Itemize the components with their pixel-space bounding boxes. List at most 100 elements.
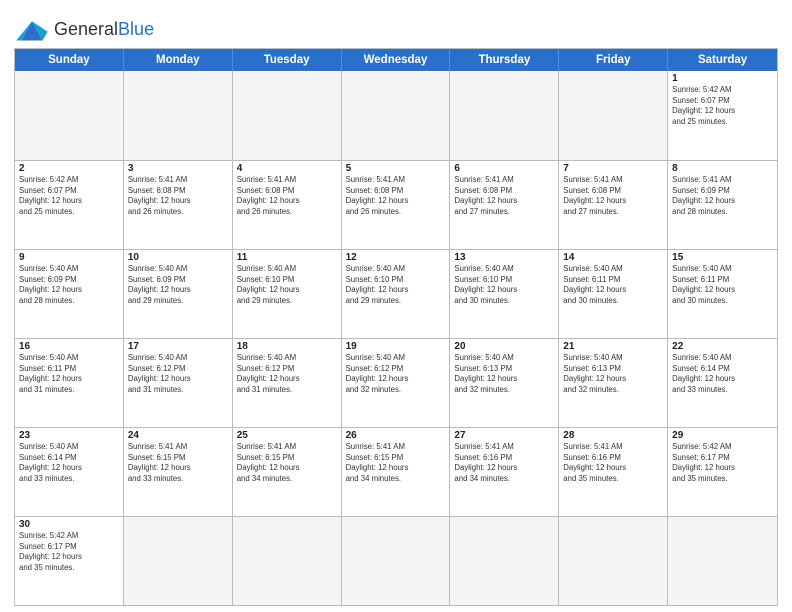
calendar: SundayMondayTuesdayWednesdayThursdayFrid… bbox=[14, 48, 778, 606]
day-info: Sunrise: 5:40 AMSunset: 6:12 PMDaylight:… bbox=[128, 353, 228, 395]
cal-cell-30: 30Sunrise: 5:42 AMSunset: 6:17 PMDayligh… bbox=[15, 517, 124, 605]
day-number: 23 bbox=[19, 430, 119, 441]
logo-icon bbox=[14, 16, 50, 44]
day-number: 13 bbox=[454, 252, 554, 263]
day-info: Sunrise: 5:41 AMSunset: 6:08 PMDaylight:… bbox=[346, 175, 446, 217]
cal-cell-6: 6Sunrise: 5:41 AMSunset: 6:08 PMDaylight… bbox=[450, 161, 559, 249]
cal-cell-18: 18Sunrise: 5:40 AMSunset: 6:12 PMDayligh… bbox=[233, 339, 342, 427]
header-cell-thursday: Thursday bbox=[450, 49, 559, 71]
day-info: Sunrise: 5:42 AMSunset: 6:07 PMDaylight:… bbox=[19, 175, 119, 217]
day-info: Sunrise: 5:40 AMSunset: 6:14 PMDaylight:… bbox=[672, 353, 773, 395]
day-info: Sunrise: 5:40 AMSunset: 6:12 PMDaylight:… bbox=[237, 353, 337, 395]
day-number: 18 bbox=[237, 341, 337, 352]
cal-cell-10: 10Sunrise: 5:40 AMSunset: 6:09 PMDayligh… bbox=[124, 250, 233, 338]
day-info: Sunrise: 5:40 AMSunset: 6:13 PMDaylight:… bbox=[563, 353, 663, 395]
day-number: 17 bbox=[128, 341, 228, 352]
cal-cell-9: 9Sunrise: 5:40 AMSunset: 6:09 PMDaylight… bbox=[15, 250, 124, 338]
cal-cell-empty-0-2 bbox=[233, 71, 342, 160]
day-info: Sunrise: 5:40 AMSunset: 6:09 PMDaylight:… bbox=[128, 264, 228, 306]
week-row-1: 2Sunrise: 5:42 AMSunset: 6:07 PMDaylight… bbox=[15, 160, 777, 249]
day-number: 12 bbox=[346, 252, 446, 263]
day-number: 9 bbox=[19, 252, 119, 263]
day-info: Sunrise: 5:41 AMSunset: 6:15 PMDaylight:… bbox=[346, 442, 446, 484]
day-number: 2 bbox=[19, 163, 119, 174]
day-number: 19 bbox=[346, 341, 446, 352]
day-info: Sunrise: 5:41 AMSunset: 6:09 PMDaylight:… bbox=[672, 175, 773, 217]
cal-cell-23: 23Sunrise: 5:40 AMSunset: 6:14 PMDayligh… bbox=[15, 428, 124, 516]
cal-cell-empty-0-3 bbox=[342, 71, 451, 160]
header-cell-saturday: Saturday bbox=[668, 49, 777, 71]
day-number: 29 bbox=[672, 430, 773, 441]
header: GeneralBlue bbox=[14, 10, 778, 44]
week-row-4: 23Sunrise: 5:40 AMSunset: 6:14 PMDayligh… bbox=[15, 427, 777, 516]
day-number: 26 bbox=[346, 430, 446, 441]
day-number: 15 bbox=[672, 252, 773, 263]
week-row-2: 9 Sunrise: 5:40 AMSunset: 6:09 PMDaylight… bbox=[15, 249, 777, 338]
cal-cell-empty-5-3 bbox=[342, 517, 451, 605]
cal-cell-empty-5-1 bbox=[124, 517, 233, 605]
day-number: 4 bbox=[237, 163, 337, 174]
day-info: Sunrise: 5:41 AMSunset: 6:08 PMDaylight:… bbox=[237, 175, 337, 217]
day-number: 6 bbox=[454, 163, 554, 174]
day-info: Sunrise: 5:40 AMSunset: 6:11 PMDaylight:… bbox=[672, 264, 773, 306]
day-info: Sunrise: 5:42 AMSunset: 6:17 PMDaylight:… bbox=[672, 442, 773, 484]
cal-cell-21: 21Sunrise: 5:40 AMSunset: 6:13 PMDayligh… bbox=[559, 339, 668, 427]
cal-cell-13: 13Sunrise: 5:40 AMSunset: 6:10 PMDayligh… bbox=[450, 250, 559, 338]
header-cell-tuesday: Tuesday bbox=[233, 49, 342, 71]
week-row-5: 30Sunrise: 5:42 AMSunset: 6:17 PMDayligh… bbox=[15, 516, 777, 605]
cal-cell-29: 29Sunrise: 5:42 AMSunset: 6:17 PMDayligh… bbox=[668, 428, 777, 516]
cal-cell-empty-5-6 bbox=[668, 517, 777, 605]
cal-cell-15: 15Sunrise: 5:40 AMSunset: 6:11 PMDayligh… bbox=[668, 250, 777, 338]
day-number: 16 bbox=[19, 341, 119, 352]
day-info: Sunrise: 5:40 AMSunset: 6:11 PMDaylight:… bbox=[563, 264, 663, 306]
day-info: Sunrise: 5:41 AMSunset: 6:15 PMDaylight:… bbox=[237, 442, 337, 484]
day-info: Sunrise: 5:41 AMSunset: 6:16 PMDaylight:… bbox=[563, 442, 663, 484]
day-info: Sunrise: 5:41 AMSunset: 6:08 PMDaylight:… bbox=[454, 175, 554, 217]
cal-cell-26: 26Sunrise: 5:41 AMSunset: 6:15 PMDayligh… bbox=[342, 428, 451, 516]
day-info: Sunrise: 5:40 AMSunset: 6:11 PMDaylight:… bbox=[19, 353, 119, 395]
day-number: 30 bbox=[19, 519, 119, 530]
day-info: Sunrise: 5:40 AMSunset: 6:10 PMDaylight:… bbox=[346, 264, 446, 306]
header-cell-wednesday: Wednesday bbox=[342, 49, 451, 71]
header-cell-monday: Monday bbox=[124, 49, 233, 71]
week-row-0: 1Sunrise: 5:42 AMSunset: 6:07 PMDaylight… bbox=[15, 71, 777, 160]
day-number: 25 bbox=[237, 430, 337, 441]
logo: GeneralBlue bbox=[14, 16, 154, 44]
day-info: Sunrise: 5:41 AMSunset: 6:08 PMDaylight:… bbox=[563, 175, 663, 217]
cal-cell-24: 24Sunrise: 5:41 AMSunset: 6:15 PMDayligh… bbox=[124, 428, 233, 516]
day-info: Sunrise: 5:41 AMSunset: 6:16 PMDaylight:… bbox=[454, 442, 554, 484]
day-number: 22 bbox=[672, 341, 773, 352]
cal-cell-27: 27Sunrise: 5:41 AMSunset: 6:16 PMDayligh… bbox=[450, 428, 559, 516]
day-number: 11 bbox=[237, 252, 337, 263]
page: GeneralBlue SundayMondayTuesdayWednesday… bbox=[0, 0, 792, 612]
day-info: Sunrise: 5:42 AMSunset: 6:17 PMDaylight:… bbox=[19, 531, 119, 573]
cal-cell-20: 20Sunrise: 5:40 AMSunset: 6:13 PMDayligh… bbox=[450, 339, 559, 427]
cal-cell-2: 2Sunrise: 5:42 AMSunset: 6:07 PMDaylight… bbox=[15, 161, 124, 249]
day-number: 8 bbox=[672, 163, 773, 174]
day-number: 1 bbox=[672, 73, 773, 84]
cal-cell-5: 5Sunrise: 5:41 AMSunset: 6:08 PMDaylight… bbox=[342, 161, 451, 249]
week-row-3: 16Sunrise: 5:40 AMSunset: 6:11 PMDayligh… bbox=[15, 338, 777, 427]
cal-cell-22: 22Sunrise: 5:40 AMSunset: 6:14 PMDayligh… bbox=[668, 339, 777, 427]
day-info: Sunrise: 5:41 AMSunset: 6:08 PMDaylight:… bbox=[128, 175, 228, 217]
day-number: 20 bbox=[454, 341, 554, 352]
cal-cell-7: 7Sunrise: 5:41 AMSunset: 6:08 PMDaylight… bbox=[559, 161, 668, 249]
day-info: Sunrise: 5:42 AMSunset: 6:07 PMDaylight:… bbox=[672, 85, 773, 127]
day-info: Sunrise: 5:40 AMSunset: 6:14 PMDaylight:… bbox=[19, 442, 119, 484]
day-number: 7 bbox=[563, 163, 663, 174]
cal-cell-empty-0-0 bbox=[15, 71, 124, 160]
cal-cell-19: 19Sunrise: 5:40 AMSunset: 6:12 PMDayligh… bbox=[342, 339, 451, 427]
cal-cell-12: 12Sunrise: 5:40 AMSunset: 6:10 PMDayligh… bbox=[342, 250, 451, 338]
cal-cell-8: 8Sunrise: 5:41 AMSunset: 6:09 PMDaylight… bbox=[668, 161, 777, 249]
logo-text: GeneralBlue bbox=[54, 20, 154, 40]
cal-cell-empty-5-5 bbox=[559, 517, 668, 605]
day-number: 24 bbox=[128, 430, 228, 441]
day-info: Sunrise: 5:40 AMSunset: 6:13 PMDaylight:… bbox=[454, 353, 554, 395]
day-number: 21 bbox=[563, 341, 663, 352]
day-number: 14 bbox=[563, 252, 663, 263]
header-cell-friday: Friday bbox=[559, 49, 668, 71]
day-number: 28 bbox=[563, 430, 663, 441]
cal-cell-empty-0-1 bbox=[124, 71, 233, 160]
cal-cell-empty-5-2 bbox=[233, 517, 342, 605]
calendar-header-row: SundayMondayTuesdayWednesdayThursdayFrid… bbox=[15, 49, 777, 71]
